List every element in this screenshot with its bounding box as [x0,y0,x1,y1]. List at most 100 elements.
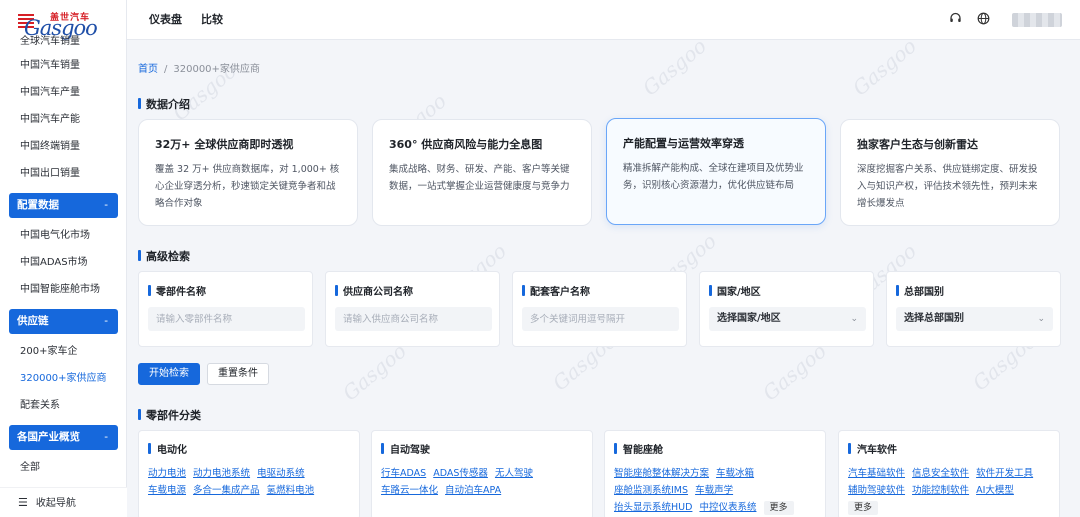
sidebar-item-all[interactable]: 全部 [0,454,127,481]
intro-card[interactable]: 32万+ 全球供应商即时透视 覆盖 32 万+ 供应商数据库，对 1,000+ … [138,119,358,226]
intro-cards: 32万+ 全球供应商即时透视 覆盖 32 万+ 供应商数据库，对 1,000+ … [138,118,1061,227]
sidebar-item-supply-relations[interactable]: 配套关系 [0,392,127,419]
category-links: 汽车基础软件 信息安全软件 软件开发工具 辅助驾驶软件 功能控制软件 AI大模型… [848,465,1050,516]
category-link[interactable]: 动力电池 [148,468,186,479]
breadcrumb-home-link[interactable]: 首页 [138,64,158,75]
part-name-input[interactable] [148,307,305,331]
section-title-intro: 数据介绍 [138,96,190,112]
category-link[interactable]: 中控仪表系统 [699,502,756,513]
search-filters: 零部件名称 供应商公司名称 配套客户名称 国家/地区 选择国家/地区 ⌄ 总部国… [138,271,1061,347]
more-button[interactable]: 更多 [763,501,794,515]
category-link[interactable]: 车路云一体化 [381,485,438,496]
sidebar-nav: 全球汽车销量 中国汽车销量 中国汽车产量 中国汽车产能 中国终端销量 中国出口销… [0,36,127,481]
chevron-down-icon: ⌄ [850,314,858,324]
filter-supplier-name: 供应商公司名称 [325,271,500,347]
category-title: 自动驾驶 [381,441,583,456]
watermark-logo: Gasgoo [758,338,831,406]
user-avatar[interactable] [1012,13,1062,27]
sidebar-item-china-capacity[interactable]: 中国汽车产能 [0,106,127,133]
collapse-minus-icon: - [104,431,108,443]
category-links: 行车ADAS ADAS传感器 无人驾驶 车路云一体化 自动泊车APA [381,465,583,499]
collapse-menu-icon: ☰ [18,496,28,509]
collapse-nav-button[interactable]: ☰ 收起导航 [0,487,127,517]
category-panel-autonomous-driving: 自动驾驶 行车ADAS ADAS传感器 无人驾驶 车路云一体化 自动泊车APA [371,430,593,517]
sidebar-item-china-production[interactable]: 中国汽车产量 [0,79,127,106]
filter-part-name: 零部件名称 [138,271,313,347]
intro-card[interactable]: 独家客户生态与创新雷达 深度挖掘客户关系、供应链绑定度、研发投入与知识产权，评估… [840,119,1060,226]
category-link[interactable]: 功能控制软件 [912,485,969,496]
tab-compare[interactable]: 比较 [201,0,223,40]
breadcrumb-current: 320000+家供应商 [173,64,260,75]
collapse-nav-label: 收起导航 [35,498,76,509]
category-link[interactable]: 抬头显示系统HUD [614,502,692,513]
hq-country-select[interactable]: 选择总部国别 ⌄ [896,307,1053,331]
category-link[interactable]: 电驱动系统 [257,468,305,479]
category-link[interactable]: 车载冰箱 [716,468,754,479]
sidebar: 盖世汽车 Gasgoo 全球汽车销量 中国汽车销量 中国汽车产量 中国汽车产能 … [0,0,127,517]
intro-card-highlighted[interactable]: 产能配置与运营效率穿透 精准拆解产能构成、全球在建项目及优势业务，识别核心资源潜… [606,118,826,225]
category-panel-electrification: 电动化 动力电池 动力电池系统 电驱动系统 车载电源 多合一集成产品 氢燃料电池 [138,430,360,517]
select-value: 选择国家/地区 [717,313,781,324]
watermark-logo: Gasgoo [638,33,711,101]
sidebar-group-supply-chain[interactable]: 供应链 - [9,309,118,334]
collapse-minus-icon: - [104,199,108,211]
category-link[interactable]: ADAS传感器 [433,468,488,479]
more-button[interactable]: 更多 [848,501,879,515]
sidebar-group-industry-overview[interactable]: 各国产业概览 - [9,425,118,450]
country-region-select[interactable]: 选择国家/地区 ⌄ [709,307,866,331]
watermark-logo: Gasgoo [848,33,921,101]
intro-card-title: 独家客户生态与创新雷达 [857,138,978,151]
category-link[interactable]: 信息安全软件 [912,468,969,479]
category-link[interactable]: 软件开发工具 [976,468,1033,479]
sidebar-item-china-export-sales[interactable]: 中国出口销量 [0,160,127,187]
category-panel-auto-software: 汽车软件 汽车基础软件 信息安全软件 软件开发工具 辅助驾驶软件 功能控制软件 … [838,430,1060,517]
customer-name-input[interactable] [522,307,679,331]
category-link[interactable]: 智能座舱整体解决方案 [614,468,709,479]
sidebar-group-label: 各国产业概览 [17,431,80,443]
intro-card-desc: 精准拆解产能构成、全球在建项目及优势业务，识别核心资源潜力，优化供应链布局 [623,163,804,191]
filter-label: 总部国别 [896,283,1051,298]
intro-card[interactable]: 360° 供应商风险与能力全息图 集成战略、财务、研发、产能、客户等关键数据，一… [372,119,592,226]
headset-icon[interactable] [947,12,963,28]
top-header: 仪表盘 比较 [127,0,1080,40]
sidebar-item-adas[interactable]: 中国ADAS市场 [0,249,127,276]
sidebar-item-smart-cockpit[interactable]: 中国智能座舱市场 [0,276,127,303]
select-value: 选择总部国别 [904,313,964,324]
category-title: 汽车软件 [848,441,1050,456]
sidebar-item-global-sales[interactable]: 全球汽车销量 [0,32,127,52]
filter-label: 零部件名称 [148,283,303,298]
category-link[interactable]: 车载电源 [148,485,186,496]
sidebar-item-automakers[interactable]: 200+家车企 [0,338,127,365]
sidebar-item-china-sales[interactable]: 中国汽车销量 [0,52,127,79]
category-title: 电动化 [148,441,350,456]
category-link[interactable]: 行车ADAS [381,468,426,479]
category-link[interactable]: 无人驾驶 [495,468,533,479]
sidebar-group-label: 配置数据 [17,199,59,211]
supplier-name-input[interactable] [335,307,492,331]
category-link[interactable]: 动力电池系统 [193,468,250,479]
category-link[interactable]: 多合一集成产品 [193,485,260,496]
filter-country-region: 国家/地区 选择国家/地区 ⌄ [699,271,874,347]
category-link[interactable]: 座舱监测系统IMS [614,485,688,496]
collapse-minus-icon: - [104,315,108,327]
tab-dashboard[interactable]: 仪表盘 [149,0,182,40]
breadcrumb-separator: / [164,64,168,75]
filter-label: 国家/地区 [709,283,864,298]
main-content: Gasgoo Gasgoo Gasgoo Gasgoo Gasgoo Gasgo… [127,34,1080,517]
category-link[interactable]: 车载声学 [695,485,733,496]
category-links: 动力电池 动力电池系统 电驱动系统 车载电源 多合一集成产品 氢燃料电池 [148,465,350,499]
reset-filters-button[interactable]: 重置条件 [207,363,269,385]
sidebar-group-config[interactable]: 配置数据 - [9,193,118,218]
filter-customer-name: 配套客户名称 [512,271,687,347]
globe-icon[interactable] [975,12,991,28]
filter-label: 配套客户名称 [522,283,677,298]
sidebar-item-china-retail-sales[interactable]: 中国终端销量 [0,133,127,160]
category-link[interactable]: 汽车基础软件 [848,468,905,479]
category-link[interactable]: 辅助驾驶软件 [848,485,905,496]
sidebar-item-suppliers[interactable]: 320000+家供应商 [0,365,127,392]
category-link[interactable]: AI大模型 [976,485,1014,496]
start-search-button[interactable]: 开始检索 [138,363,200,385]
category-link[interactable]: 氢燃料电池 [267,485,315,496]
sidebar-item-electrification[interactable]: 中国电气化市场 [0,222,127,249]
category-link[interactable]: 自动泊车APA [445,485,501,496]
